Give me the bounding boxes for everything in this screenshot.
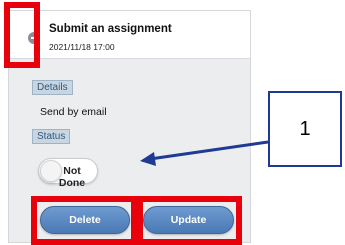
callout-number: 1 [299, 118, 311, 140]
card-header[interactable]: Submit an assignment 2021/11/18 17:00 [9, 11, 250, 59]
status-label: Status [32, 129, 71, 144]
highlight-box-update [137, 196, 242, 245]
assignment-date: 2021/11/18 17:00 [49, 42, 115, 52]
screenshot-stage: Submit an assignment 2021/11/18 17:00 De… [0, 0, 345, 245]
assignment-title: Submit an assignment [49, 23, 172, 35]
highlight-box-delete [31, 196, 137, 245]
toggle-knob[interactable] [40, 160, 62, 182]
status-toggle[interactable]: Not Done [38, 158, 98, 189]
details-text: Send by email [40, 106, 107, 118]
callout-number-box: 1 [268, 91, 342, 167]
highlight-box-collapse [4, 2, 40, 68]
details-label: Details [32, 80, 73, 95]
